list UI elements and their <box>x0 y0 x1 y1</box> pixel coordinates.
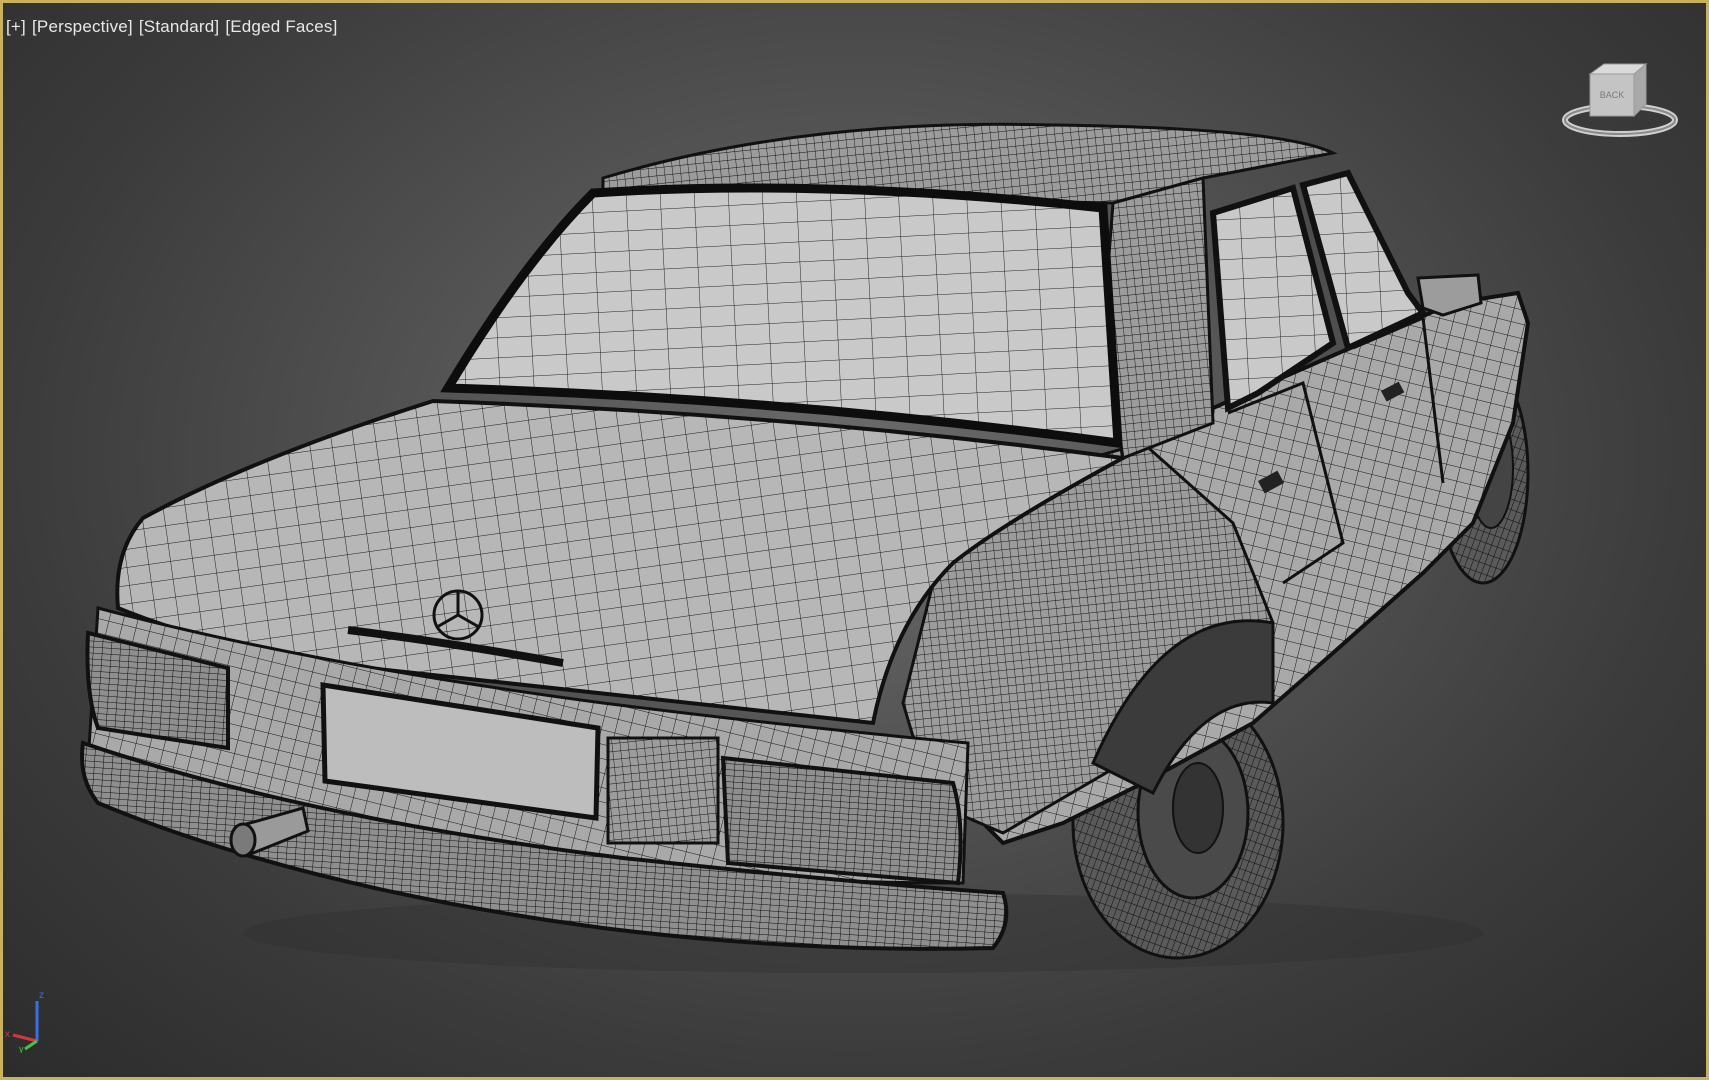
viewport-shading-menu[interactable]: [Standard] <box>139 17 219 37</box>
x-axis-line <box>12 1033 38 1043</box>
car-wireframe-model[interactable] <box>3 3 1709 1080</box>
axis-tripod-icon: z x y <box>5 990 44 1053</box>
viewcube-face-label: BACK <box>1600 90 1625 100</box>
viewport-display-mode-menu[interactable]: [Edged Faces] <box>225 17 337 37</box>
y-axis-line <box>24 1039 38 1051</box>
reverse-light <box>606 736 720 845</box>
viewport-point-of-view-menu[interactable]: [Perspective] <box>32 17 133 37</box>
viewport-general-menu[interactable]: [+] <box>6 17 26 37</box>
viewport-label-menu: [+] [Perspective] [Standard] [Edged Face… <box>6 17 338 37</box>
z-axis-label: z <box>39 990 44 1001</box>
perspective-viewport[interactable]: [+] [Perspective] [Standard] [Edged Face… <box>0 0 1709 1080</box>
y-axis-label: y <box>19 1044 24 1053</box>
x-axis-label: x <box>5 1029 10 1040</box>
viewcube-icon[interactable]: BACK <box>1558 58 1688 148</box>
